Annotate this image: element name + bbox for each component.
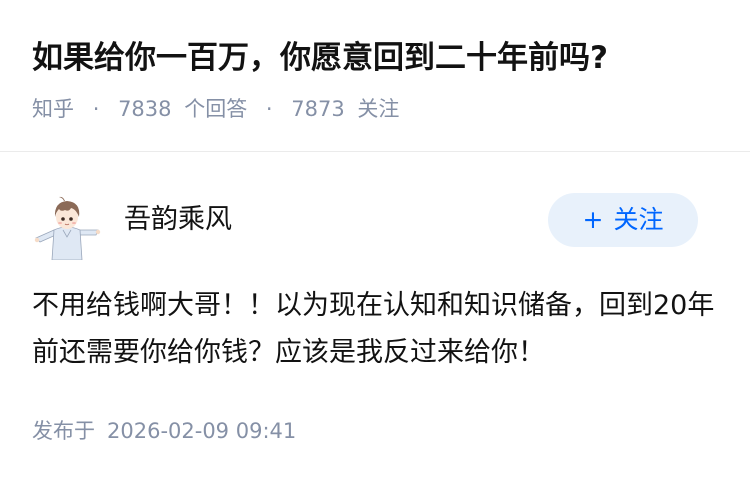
meta-separator: · — [92, 97, 100, 121]
avatar[interactable] — [32, 190, 102, 261]
source-label[interactable]: 知乎 — [32, 97, 74, 121]
answer-count-label: 个回答 — [184, 97, 248, 121]
publish-timestamp: 2026-02-09 09:41 — [107, 419, 297, 443]
answer-text: 不用给钱啊大哥！！以为现在认知和知识储备，回到20年前还需要你给你钱？应该是我反… — [32, 290, 715, 368]
question-header: 如果给你一百万，你愿意回到二十年前吗? 知乎 · 7838 个回答 · 7873… — [0, 0, 750, 152]
question-title[interactable]: 如果给你一百万，你愿意回到二十年前吗? — [32, 36, 608, 80]
meta-separator: · — [265, 97, 273, 121]
anime-avatar-icon — [34, 196, 101, 261]
follow-button[interactable]: + 关注 — [548, 193, 698, 247]
follow-button-label: 关注 — [613, 205, 664, 234]
answer-count: 7838 — [118, 97, 172, 121]
answer-page: 如果给你一百万，你愿意回到二十年前吗? 知乎 · 7838 个回答 · 7873… — [0, 0, 750, 482]
publish-time: 发布于 2026-02-09 09:41 — [32, 414, 296, 448]
publish-label: 发布于 — [32, 419, 95, 443]
author-name[interactable]: 吾韵乘风 — [124, 200, 232, 240]
author-row: 吾韵乘风 + 关注 — [0, 152, 750, 262]
plus-icon: + — [582, 205, 604, 234]
follower-count-label: 关注 — [357, 97, 400, 121]
answer-content: 不用给钱啊大哥！！以为现在认知和知识储备，回到20年前还需要你给你钱？应该是我反… — [32, 282, 722, 376]
question-meta: 知乎 · 7838 个回答 · 7873 关注 — [32, 92, 399, 126]
follower-count: 7873 — [291, 97, 345, 121]
